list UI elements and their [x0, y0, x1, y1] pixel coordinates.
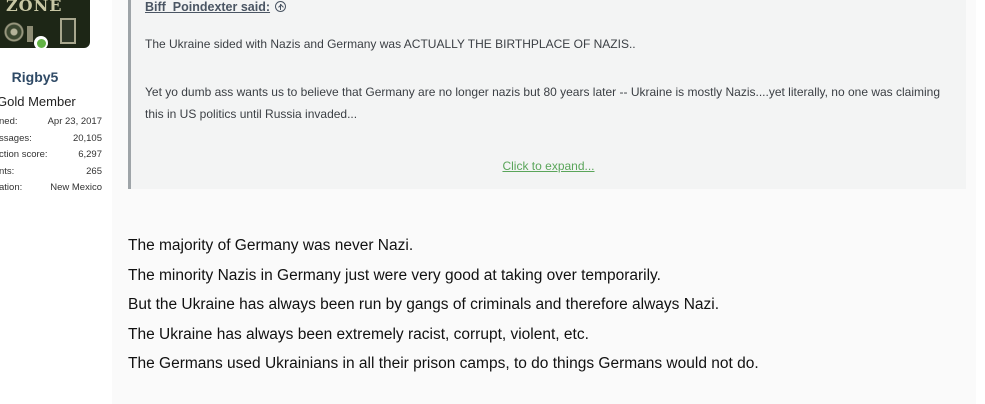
- stat-value: Apr 23, 2017: [47, 116, 102, 127]
- avatar-emblem: [2, 20, 26, 44]
- stat-label: ation:: [0, 182, 23, 193]
- stat-location: ation: New Mexico: [0, 182, 104, 199]
- post-line: The Germans used Ukrainians in all their…: [128, 355, 759, 372]
- stat-points: nts: 265: [0, 166, 104, 183]
- stat-value[interactable]: 265: [86, 166, 102, 177]
- stat-value[interactable]: New Mexico: [50, 182, 102, 193]
- user-info-panel: ZONE Rigby5 Gold Member ned: Apr 23, 201…: [0, 0, 118, 404]
- avatar-label: ZONE: [6, 0, 63, 15]
- stat-value: 6,297: [78, 149, 102, 160]
- username-link[interactable]: Rigby5: [0, 69, 98, 85]
- stat-label: ction score:: [0, 149, 48, 160]
- online-status-icon: [34, 36, 48, 50]
- stat-reaction-score: ction score: 6,297: [0, 149, 104, 166]
- post-line: The majority of Germany was never Nazi.: [128, 237, 414, 254]
- quote-author[interactable]: Biff_Poindexter said:: [145, 0, 270, 14]
- stat-joined: ned: Apr 23, 2017: [0, 116, 104, 133]
- stat-messages: ssages: 20,105: [0, 133, 104, 150]
- stat-label: nts:: [0, 165, 15, 177]
- post-line: But the Ukraine has always been run by g…: [128, 296, 720, 313]
- post-content: Biff_Poindexter said: The Ukraine sided …: [112, 0, 976, 404]
- stat-label: ssages:: [0, 132, 32, 144]
- stat-label: ned:: [0, 116, 18, 127]
- post-line: The minority Nazis in Germany just were …: [128, 266, 661, 284]
- post-body: The majority of Germany was never Nazi. …: [128, 231, 759, 379]
- user-stats: ned: Apr 23, 2017 ssages: 20,105 ction s…: [0, 116, 104, 199]
- stat-value[interactable]: 20,105: [73, 133, 102, 144]
- avatar-figure: [27, 26, 33, 42]
- post-line: The Ukraine has always been extremely ra…: [128, 325, 589, 343]
- quote-text-line: The Ukraine sided with Nazis and Germany…: [145, 37, 636, 51]
- arrow-up-icon[interactable]: [275, 1, 287, 12]
- expand-link[interactable]: Click to expand...: [131, 159, 966, 173]
- quote-block: Biff_Poindexter said: The Ukraine sided …: [128, 0, 966, 189]
- quote-text-line: Yet yo dumb ass wants us to believe that…: [145, 85, 941, 121]
- quote-attribution[interactable]: Biff_Poindexter said:: [145, 0, 287, 14]
- avatar-frame: [60, 18, 76, 44]
- user-title: Gold Member: [0, 94, 76, 109]
